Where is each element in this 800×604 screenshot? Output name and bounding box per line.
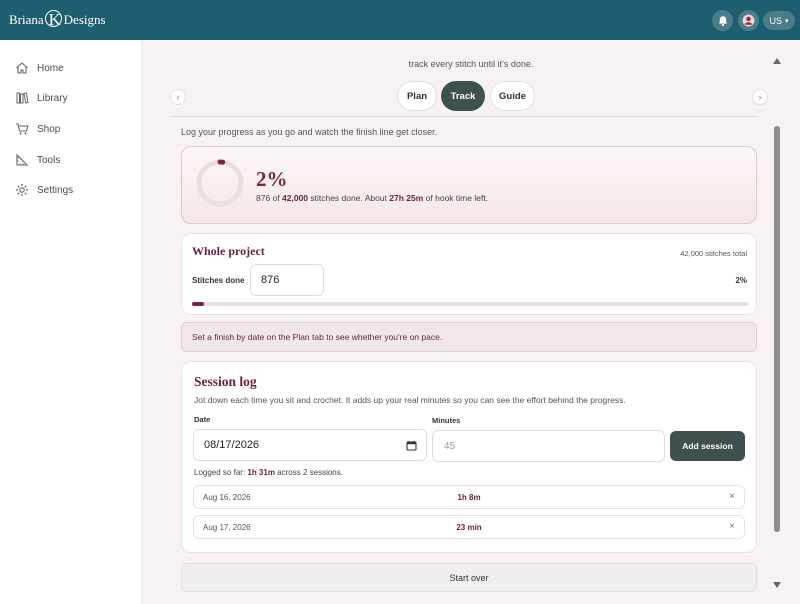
remove-session-button[interactable]: × bbox=[729, 521, 735, 532]
stitches-done-label: Stitches done bbox=[192, 276, 245, 285]
divider bbox=[170, 116, 758, 117]
project-progress-fill bbox=[192, 302, 204, 306]
profile-avatar-icon bbox=[742, 14, 755, 27]
minutes-input[interactable]: 45 bbox=[432, 430, 665, 462]
whole-project-title: Whole project bbox=[192, 244, 265, 258]
sidebar-item-label: Shop bbox=[37, 123, 61, 135]
sidebar-item-label: Settings bbox=[37, 184, 74, 196]
remove-session-button[interactable]: × bbox=[729, 491, 735, 502]
ruler-icon bbox=[16, 153, 29, 166]
sidebar-item-shop[interactable]: Shop bbox=[15, 119, 60, 139]
stitches-total: 42,000 stitches total bbox=[680, 249, 747, 258]
gear-icon bbox=[16, 184, 28, 196]
sidebar-item-tools[interactable]: Tools bbox=[15, 150, 60, 170]
session-row: Aug 16, 2026 1h 8m × bbox=[193, 485, 745, 509]
tab-track[interactable]: Track bbox=[441, 81, 485, 111]
session-duration: 1h 8m bbox=[457, 493, 481, 502]
add-session-button[interactable]: Add session bbox=[670, 431, 745, 461]
date-value: 08/17/2026 bbox=[204, 439, 260, 451]
sidebar-item-label: Home bbox=[37, 62, 64, 74]
main-content: track every stitch until it's done. ‹ Pl… bbox=[142, 40, 800, 604]
sidebar-item-home[interactable]: Home bbox=[15, 58, 64, 78]
stitches-done-input[interactable]: 876 bbox=[250, 264, 324, 296]
calendar-icon[interactable] bbox=[406, 440, 417, 451]
brand-monogram: K bbox=[41, 6, 66, 31]
tab-guide[interactable]: Guide bbox=[490, 81, 535, 111]
sidebar-item-label: Tools bbox=[37, 154, 61, 166]
progress-ring bbox=[196, 159, 244, 207]
scroll-up-arrow[interactable] bbox=[773, 58, 781, 64]
session-log-card: Session log Jot down each time you sit a… bbox=[181, 361, 757, 553]
library-icon bbox=[16, 92, 29, 104]
session-log-title: Session log bbox=[194, 374, 257, 389]
brand-name-right: Designs bbox=[63, 12, 106, 27]
prev-button[interactable]: ‹ bbox=[170, 89, 186, 105]
top-bar: Briana K Designs US ▾ bbox=[0, 0, 800, 40]
date-label: Date bbox=[194, 415, 211, 424]
notifications-button[interactable] bbox=[712, 10, 733, 31]
sidebar-item-settings[interactable]: Settings bbox=[15, 180, 73, 200]
intro-text: Log your progress as you go and watch th… bbox=[181, 127, 438, 137]
brand-logo[interactable]: Briana K Designs bbox=[9, 6, 106, 31]
date-input[interactable]: 08/17/2026 bbox=[193, 429, 427, 461]
sidebar-item-label: Library bbox=[37, 92, 68, 104]
session-log-description: Jot down each time you sit and crochet. … bbox=[194, 395, 626, 405]
sidebar: Home Library Shop Tools Settings bbox=[0, 40, 142, 604]
pace-notice: Set a finish by date on the Plan tab to … bbox=[181, 322, 757, 352]
sidebar-item-library[interactable]: Library bbox=[15, 88, 68, 108]
page-tagline: track every stitch until it's done. bbox=[408, 59, 534, 69]
language-label: US bbox=[769, 15, 782, 26]
whole-project-card: Whole project 42,000 stitches total Stit… bbox=[181, 233, 757, 315]
start-over-button[interactable]: Start over bbox=[181, 563, 757, 592]
tab-plan[interactable]: Plan bbox=[397, 81, 437, 111]
bell-icon bbox=[718, 15, 727, 26]
next-button[interactable]: › bbox=[752, 89, 768, 105]
progress-percent: 2% bbox=[256, 167, 288, 191]
language-selector[interactable]: US ▾ bbox=[763, 11, 795, 30]
minutes-label: Minutes bbox=[432, 416, 461, 425]
project-percent: 2% bbox=[735, 276, 747, 285]
session-row: Aug 17, 2026 23 min × bbox=[193, 515, 745, 539]
cart-icon bbox=[16, 123, 29, 135]
progress-summary-text: 876 of 42,000 stitches done. About 27h 2… bbox=[256, 193, 489, 203]
logged-summary: Logged so far: 1h 31m across 2 sessions. bbox=[194, 468, 343, 477]
project-progress-bar bbox=[192, 302, 748, 306]
session-duration: 23 min bbox=[456, 523, 482, 532]
scroll-down-arrow[interactable] bbox=[773, 582, 781, 588]
progress-summary-card: 2% 876 of 42,000 stitches done. About 27… bbox=[181, 146, 757, 224]
chevron-down-icon: ▾ bbox=[785, 17, 789, 25]
scrollbar-thumb[interactable] bbox=[774, 126, 780, 532]
chevron-right-icon: › bbox=[758, 92, 762, 102]
home-icon bbox=[16, 62, 28, 74]
profile-button[interactable] bbox=[738, 10, 759, 31]
chevron-left-icon: ‹ bbox=[176, 92, 180, 102]
brand-name-left: Briana bbox=[9, 12, 44, 27]
